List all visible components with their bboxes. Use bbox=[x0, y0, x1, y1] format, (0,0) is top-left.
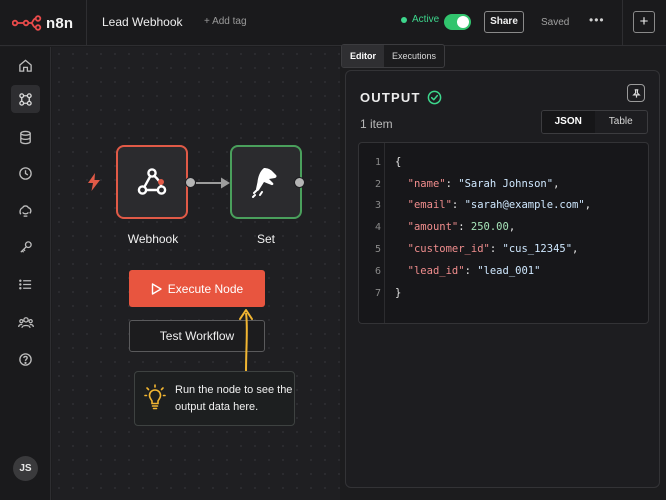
topbar-divider bbox=[622, 0, 623, 46]
code-line: } bbox=[395, 287, 401, 299]
sidebar-item-workflows[interactable] bbox=[11, 85, 40, 113]
node-webhook[interactable] bbox=[116, 145, 188, 219]
line-number: 7 bbox=[374, 288, 381, 299]
sidebar-item-data[interactable] bbox=[11, 123, 40, 151]
n8n-logo-icon bbox=[12, 15, 42, 31]
pin-icon bbox=[631, 88, 641, 98]
items-count: 1 item bbox=[360, 117, 393, 131]
hint-arrow bbox=[239, 309, 253, 374]
json-key: "lead_id" bbox=[407, 265, 465, 277]
templates-icon bbox=[19, 204, 32, 217]
success-check-icon bbox=[427, 90, 441, 105]
line-number: 6 bbox=[374, 266, 381, 277]
sidebar-item-credentials[interactable] bbox=[11, 233, 40, 261]
code-line: "lead_id": "lead_001" bbox=[407, 265, 541, 277]
json-brace: } bbox=[395, 287, 402, 299]
json-output[interactable]: 1 2 3 4 5 6 7 { "name": "Sarah Johnson",… bbox=[358, 142, 649, 324]
line-number: 2 bbox=[374, 179, 381, 190]
set-output-handle[interactable] bbox=[294, 177, 305, 188]
saved-status: Saved bbox=[541, 17, 570, 28]
top-bar: n8n Lead Webhook + Add tag Active Share … bbox=[0, 0, 666, 46]
lightbulb-icon bbox=[144, 384, 166, 410]
sidebar: JS bbox=[0, 47, 51, 500]
set-icon bbox=[252, 168, 277, 198]
json-value: 250.00 bbox=[470, 221, 509, 233]
line-number: 5 bbox=[374, 244, 381, 255]
json-key: "email" bbox=[407, 199, 452, 211]
view-tabs: Editor Executions bbox=[341, 44, 446, 68]
hint-callout: Run the node to see the output data here… bbox=[134, 371, 295, 426]
json-value: "Sarah Johnson" bbox=[458, 178, 554, 190]
line-number: 1 bbox=[374, 157, 381, 168]
sidebar-item-users[interactable] bbox=[11, 308, 40, 336]
execute-node-label: Execute Node bbox=[167, 281, 244, 296]
sidebar-item-list[interactable] bbox=[11, 270, 40, 298]
users-icon bbox=[17, 316, 34, 328]
n8n-logo[interactable]: n8n bbox=[12, 11, 73, 35]
new-workflow-button[interactable]: + bbox=[633, 11, 655, 33]
active-dot-icon bbox=[401, 16, 407, 23]
sidebar-item-help[interactable] bbox=[11, 345, 40, 373]
code-line: { bbox=[395, 156, 401, 168]
line-number-gutter: 1 2 3 4 5 6 7 bbox=[359, 143, 385, 323]
active-status: Active bbox=[401, 14, 439, 25]
logo-text: n8n bbox=[46, 14, 74, 32]
active-label: Active bbox=[412, 14, 440, 25]
more-options-icon[interactable]: ••• bbox=[589, 13, 605, 27]
line-number: 4 bbox=[374, 222, 381, 233]
help-icon bbox=[19, 352, 32, 366]
sidebar-item-templates[interactable] bbox=[11, 196, 40, 224]
workflow-name[interactable]: Lead Webhook bbox=[102, 15, 183, 29]
output-title-text: OUTPUT bbox=[360, 90, 421, 105]
line-number: 3 bbox=[374, 200, 381, 211]
webhook-badge-icon bbox=[158, 179, 164, 185]
code-line: "customer_id": "cus_12345", bbox=[407, 243, 579, 255]
user-avatar[interactable]: JS bbox=[13, 456, 38, 481]
node-connector bbox=[196, 177, 230, 189]
webhook-output-handle[interactable] bbox=[185, 177, 196, 188]
topbar-divider bbox=[86, 0, 87, 46]
sidebar-item-history[interactable] bbox=[11, 159, 40, 187]
add-tag-button[interactable]: + Add tag bbox=[204, 16, 247, 27]
json-brace: { bbox=[395, 156, 402, 168]
json-value: "cus_12345" bbox=[502, 243, 573, 255]
code-line: "name": "Sarah Johnson", bbox=[407, 178, 560, 190]
credentials-icon bbox=[20, 240, 32, 253]
sidebar-item-home[interactable] bbox=[11, 51, 40, 79]
home-icon bbox=[19, 58, 32, 72]
share-button[interactable]: Share bbox=[484, 11, 524, 33]
json-key: "name" bbox=[407, 178, 446, 190]
toggle-knob bbox=[457, 16, 469, 28]
execute-node-button[interactable]: Execute Node bbox=[129, 270, 265, 307]
json-value: "sarah@example.com" bbox=[464, 199, 585, 211]
node-label-webhook: Webhook bbox=[127, 232, 179, 246]
node-set[interactable] bbox=[230, 145, 302, 219]
history-icon bbox=[19, 166, 32, 180]
json-value: "lead_001" bbox=[477, 265, 541, 277]
database-icon bbox=[20, 130, 31, 144]
json-key: "customer_id" bbox=[407, 243, 490, 255]
hint-text: Run the node to see the output data here… bbox=[175, 384, 293, 413]
active-toggle[interactable] bbox=[444, 14, 471, 30]
output-panel: OUTPUT 1 item JSON Table 1 2 3 4 5 6 7 {… bbox=[345, 70, 660, 488]
view-json[interactable]: JSON bbox=[542, 111, 595, 133]
output-title: OUTPUT bbox=[360, 90, 442, 105]
tab-executions[interactable]: Executions bbox=[384, 45, 444, 67]
output-view-toggle: JSON Table bbox=[541, 110, 648, 134]
pin-data-button[interactable] bbox=[627, 84, 645, 102]
list-icon bbox=[19, 279, 32, 289]
json-key: "amount" bbox=[407, 221, 459, 233]
play-icon bbox=[151, 282, 162, 295]
tab-editor[interactable]: Editor bbox=[342, 45, 384, 67]
code-line: "amount": 250.00, bbox=[407, 221, 516, 233]
view-table[interactable]: Table bbox=[595, 111, 648, 133]
node-label-set: Set bbox=[256, 232, 275, 246]
workflows-icon bbox=[19, 92, 32, 106]
trigger-bolt-icon bbox=[88, 173, 100, 191]
code-line: "email": "sarah@example.com", bbox=[407, 199, 592, 211]
